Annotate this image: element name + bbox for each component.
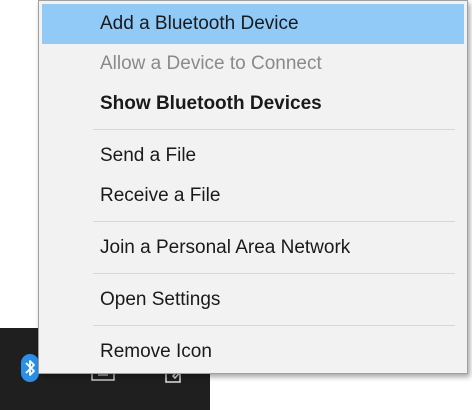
menu-item-remove-icon[interactable]: Remove Icon [42, 332, 464, 372]
menu-item-allow-device-to-connect: Allow a Device to Connect [42, 44, 464, 84]
menu-item-label: Send a File [100, 145, 197, 166]
menu-separator [93, 273, 455, 274]
menu-item-label: Join a Personal Area Network [100, 237, 351, 258]
screen: Add a Bluetooth Device Allow a Device to… [0, 0, 472, 410]
bluetooth-icon [21, 354, 39, 382]
menu-item-join-personal-area-network[interactable]: Join a Personal Area Network [42, 228, 464, 268]
menu-item-label: Receive a File [100, 185, 221, 206]
menu-separator [93, 221, 455, 222]
menu-item-label: Add a Bluetooth Device [100, 13, 299, 34]
menu-item-label: Remove Icon [100, 341, 212, 362]
menu-item-label: Show Bluetooth Devices [100, 93, 322, 114]
bluetooth-context-menu: Add a Bluetooth Device Allow a Device to… [38, 0, 468, 374]
menu-item-open-settings[interactable]: Open Settings [42, 280, 464, 320]
menu-item-label: Open Settings [100, 289, 221, 310]
menu-item-label: Allow a Device to Connect [100, 53, 322, 74]
menu-item-show-bluetooth-devices[interactable]: Show Bluetooth Devices [42, 84, 464, 124]
menu-item-add-bluetooth-device[interactable]: Add a Bluetooth Device [42, 4, 464, 44]
menu-item-send-file[interactable]: Send a File [42, 136, 464, 176]
menu-item-receive-file[interactable]: Receive a File [42, 176, 464, 216]
menu-separator [93, 325, 455, 326]
menu-separator [93, 129, 455, 130]
